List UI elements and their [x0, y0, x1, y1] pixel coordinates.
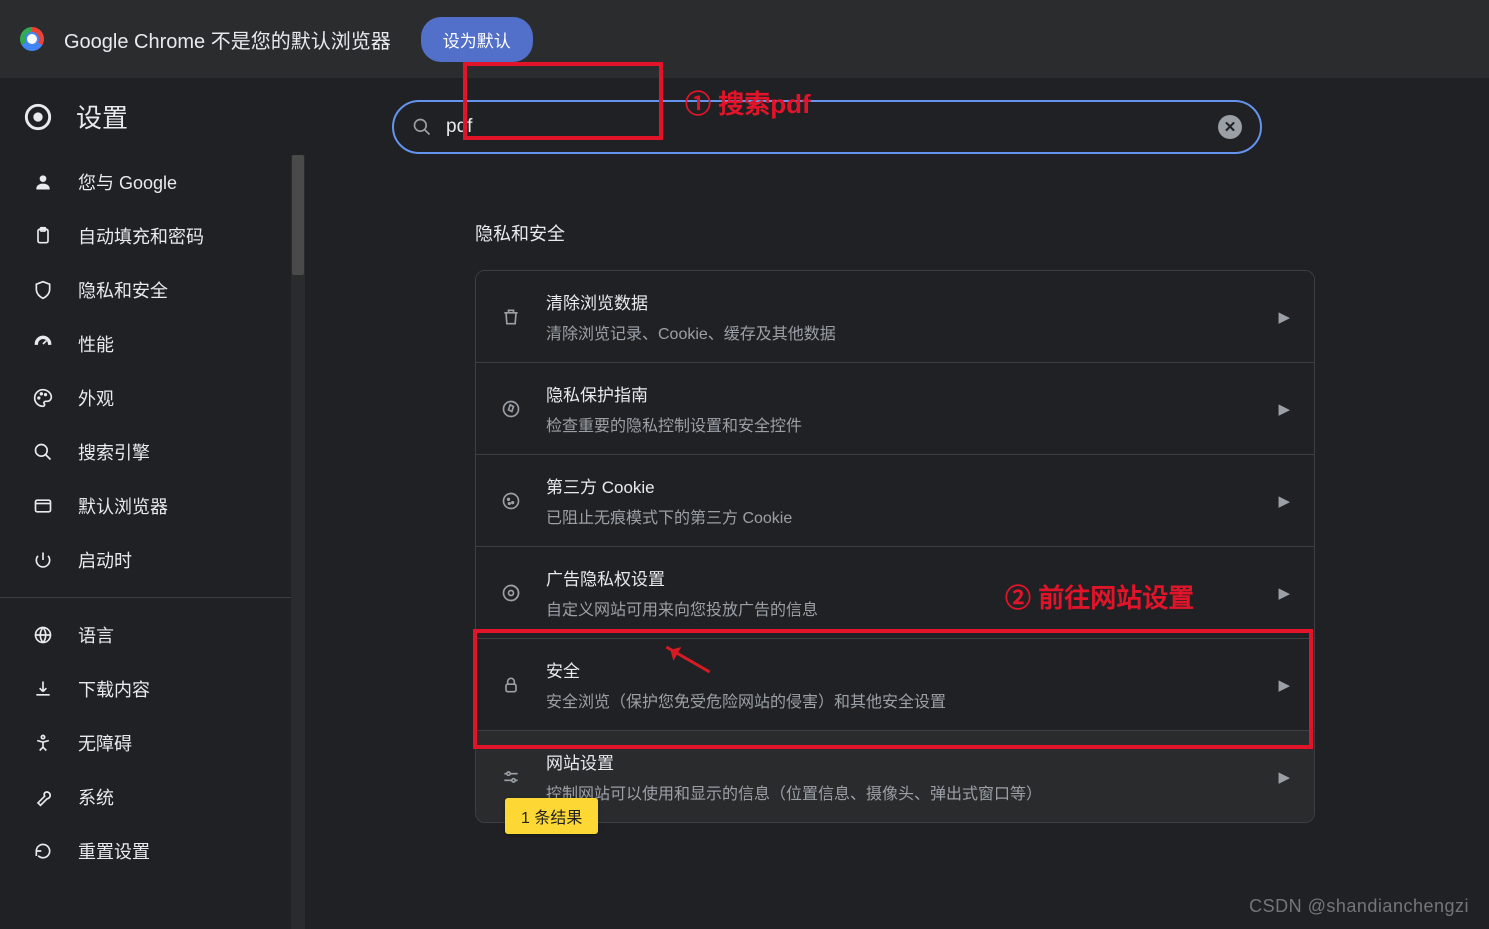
sliders-icon [500, 766, 522, 788]
globe-icon [32, 624, 54, 646]
settings-search-input[interactable] [446, 116, 1218, 138]
trash-icon [500, 306, 522, 328]
default-browser-banner: Google Chrome 不是您的默认浏览器 设为默认 [0, 0, 1489, 78]
power-icon [32, 549, 54, 571]
chevron-right-icon: ▶ [1278, 768, 1290, 786]
chevron-right-icon: ▶ [1278, 584, 1290, 602]
setting-title: 第三方 Cookie [546, 473, 1254, 498]
sidebar: 设置 您与 Google 自动填充和密码 隐私和安全 性能 [0, 78, 305, 929]
watermark: CSDN @shandianchengzi [1249, 896, 1469, 917]
section-heading: 隐私和安全 [475, 220, 1419, 246]
search-result-tooltip: 1 条结果 [505, 798, 598, 834]
ads-icon [500, 582, 522, 604]
setting-cookies[interactable]: 第三方 Cookie 已阻止无痕模式下的第三方 Cookie ▶ [476, 455, 1314, 547]
clear-search-button[interactable]: ✕ [1218, 115, 1242, 139]
compass-icon [500, 398, 522, 420]
sidebar-item-appearance[interactable]: 外观 [0, 371, 285, 425]
sidebar-item-language[interactable]: 语言 [0, 608, 285, 662]
chrome-icon [20, 27, 44, 51]
sidebar-item-label: 启动时 [78, 547, 132, 573]
setting-security[interactable]: 安全 安全浏览（保护您免受危险网站的侵害）和其他安全设置 ▶ [476, 639, 1314, 731]
setting-title: 广告隐私权设置 [546, 565, 1254, 590]
sidebar-item-system[interactable]: 系统 [0, 770, 285, 824]
sidebar-item-label: 默认浏览器 [78, 493, 168, 519]
setting-sub: 安全浏览（保护您免受危险网站的侵害）和其他安全设置 [546, 688, 1254, 712]
setting-clear-data[interactable]: 清除浏览数据 清除浏览记录、Cookie、缓存及其他数据 ▶ [476, 271, 1314, 363]
sidebar-item-label: 下载内容 [78, 676, 150, 702]
sidebar-item-privacy[interactable]: 隐私和安全 [0, 263, 285, 317]
setting-site-settings[interactable]: 网站设置 控制网站可以使用和显示的信息（位置信息、摄像头、弹出式窗口等） ▶ [476, 731, 1314, 822]
sidebar-item-startup[interactable]: 启动时 [0, 533, 285, 587]
palette-icon [32, 387, 54, 409]
sidebar-item-reset[interactable]: 重置设置 [0, 824, 285, 878]
sidebar-item-download[interactable]: 下载内容 [0, 662, 285, 716]
cookie-icon [500, 490, 522, 512]
sidebar-item-label: 系统 [78, 784, 114, 810]
page-title: 设置 [76, 98, 128, 135]
settings-search-box[interactable]: ✕ [392, 100, 1262, 154]
sidebar-item-label: 您与 Google [78, 169, 177, 195]
sidebar-item-label: 性能 [78, 331, 114, 357]
setting-title: 安全 [546, 657, 1254, 682]
download-icon [32, 678, 54, 700]
setting-ads-privacy[interactable]: 广告隐私权设置 自定义网站可用来向您投放广告的信息 ▶ [476, 547, 1314, 639]
search-icon [412, 117, 432, 137]
wrench-icon [32, 786, 54, 808]
chevron-right-icon: ▶ [1278, 492, 1290, 510]
sidebar-item-default-browser[interactable]: 默认浏览器 [0, 479, 285, 533]
speed-icon [32, 333, 54, 355]
accessibility-icon [32, 732, 54, 754]
setting-title: 网站设置 [546, 749, 1254, 774]
sidebar-item-label: 无障碍 [78, 730, 132, 756]
setting-sub: 控制网站可以使用和显示的信息（位置信息、摄像头、弹出式窗口等） [546, 780, 1254, 804]
setting-sub: 检查重要的隐私控制设置和安全控件 [546, 412, 1254, 436]
privacy-settings-card: 清除浏览数据 清除浏览记录、Cookie、缓存及其他数据 ▶ 隐私保护指南 检查… [475, 270, 1315, 823]
sidebar-divider [0, 597, 305, 598]
sidebar-item-autofill[interactable]: 自动填充和密码 [0, 209, 285, 263]
chevron-right-icon: ▶ [1278, 676, 1290, 694]
setting-title: 隐私保护指南 [546, 381, 1254, 406]
chevron-right-icon: ▶ [1278, 400, 1290, 418]
chrome-settings-icon [24, 103, 52, 131]
setting-sub: 已阻止无痕模式下的第三方 Cookie [546, 504, 1254, 528]
chevron-right-icon: ▶ [1278, 308, 1290, 326]
setting-sub: 清除浏览记录、Cookie、缓存及其他数据 [546, 320, 1254, 344]
sidebar-item-performance[interactable]: 性能 [0, 317, 285, 371]
set-default-button[interactable]: 设为默认 [421, 17, 533, 62]
sidebar-item-label: 重置设置 [78, 838, 150, 864]
browser-icon [32, 495, 54, 517]
banner-message: Google Chrome 不是您的默认浏览器 [64, 25, 391, 54]
search-icon [32, 441, 54, 463]
sidebar-scrollbar[interactable] [291, 155, 305, 929]
sidebar-item-label: 自动填充和密码 [78, 223, 204, 249]
sidebar-item-label: 语言 [78, 622, 114, 648]
sidebar-item-label: 隐私和安全 [78, 277, 168, 303]
shield-icon [32, 279, 54, 301]
main-content: ✕ 隐私和安全 清除浏览数据 清除浏览记录、Cookie、缓存及其他数据 ▶ 隐… [305, 78, 1489, 929]
sidebar-item-label: 搜索引擎 [78, 439, 150, 465]
reset-icon [32, 840, 54, 862]
lock-icon [500, 674, 522, 696]
setting-sub: 自定义网站可用来向您投放广告的信息 [546, 596, 1254, 620]
sidebar-item-search-engine[interactable]: 搜索引擎 [0, 425, 285, 479]
sidebar-scrollbar-thumb[interactable] [292, 155, 304, 275]
setting-privacy-guide[interactable]: 隐私保护指南 检查重要的隐私控制设置和安全控件 ▶ [476, 363, 1314, 455]
sidebar-item-you-and-google[interactable]: 您与 Google [0, 155, 285, 209]
sidebar-item-accessibility[interactable]: 无障碍 [0, 716, 285, 770]
sidebar-header: 设置 [0, 78, 305, 155]
setting-title: 清除浏览数据 [546, 289, 1254, 314]
clipboard-icon [32, 225, 54, 247]
person-icon [32, 171, 54, 193]
sidebar-item-label: 外观 [78, 385, 114, 411]
